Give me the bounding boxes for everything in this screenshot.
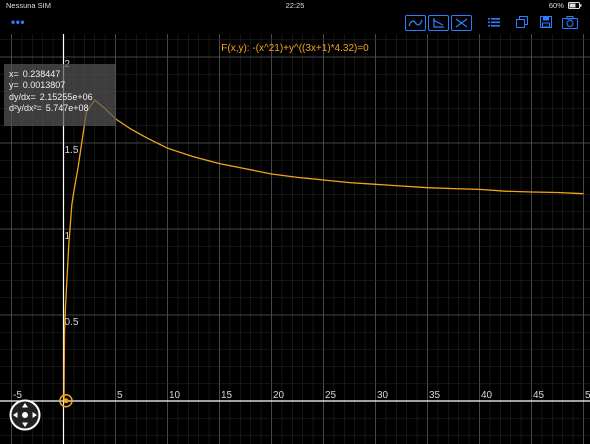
menu-dots-icon[interactable]: ••• [11,15,25,29]
save-icon[interactable] [540,16,552,28]
marker-dot[interactable] [63,398,69,404]
toolbar: ••• [0,12,590,34]
y-readout: y= 0.0013807 [9,80,66,91]
x-tick-label: 35 [429,390,441,401]
x-tick-label: 5 [117,390,123,401]
y-tick-label: 1.5 [65,145,79,156]
status-bar: Nessuna SIM 22:25 60% [0,0,590,12]
x-tick-label: 30 [377,390,389,401]
x-tick-label: 10 [169,390,181,401]
tangent-mode-icon [432,18,444,28]
tangent-mode-button[interactable] [428,15,449,31]
camera-icon[interactable] [562,16,578,29]
curve-mode-icon [408,19,423,27]
x-tick-label: 15 [221,390,233,401]
list-icon[interactable] [488,16,500,28]
coordinate-readout: x= 0.238447 y= 0.0013807 dy/dx= 2.15255e+06… [4,64,116,126]
copy-icon[interactable] [516,16,528,28]
battery-percent: 60% [548,1,564,10]
x-tick-label: 20 [273,390,285,401]
x-tick-label: 40 [481,390,493,401]
equation-label: F(x,y): -(x^21)+y^((3x+1)*4.32)=0 [221,43,369,54]
intersect-mode-button[interactable] [451,15,472,31]
clock: 22:25 [285,1,305,10]
x-tick-label: 45 [533,390,545,401]
intersect-mode-icon [455,18,468,28]
nav-pad-icon[interactable] [9,399,41,431]
x-readout: x= 0.238447 [9,69,61,79]
battery-icon [568,2,582,9]
x-tick-label: 5 [585,390,590,401]
x-tick-label: 25 [325,390,337,401]
d2ydx2-readout: d²y/dx²= 5.747e+08 [9,102,89,113]
dydx-readout: dy/dx= 2.15255e+06 [9,91,93,102]
y-tick-label: 0.5 [65,317,79,328]
curve-mode-button[interactable] [405,15,426,31]
battery-indicator: 60% [549,1,582,10]
